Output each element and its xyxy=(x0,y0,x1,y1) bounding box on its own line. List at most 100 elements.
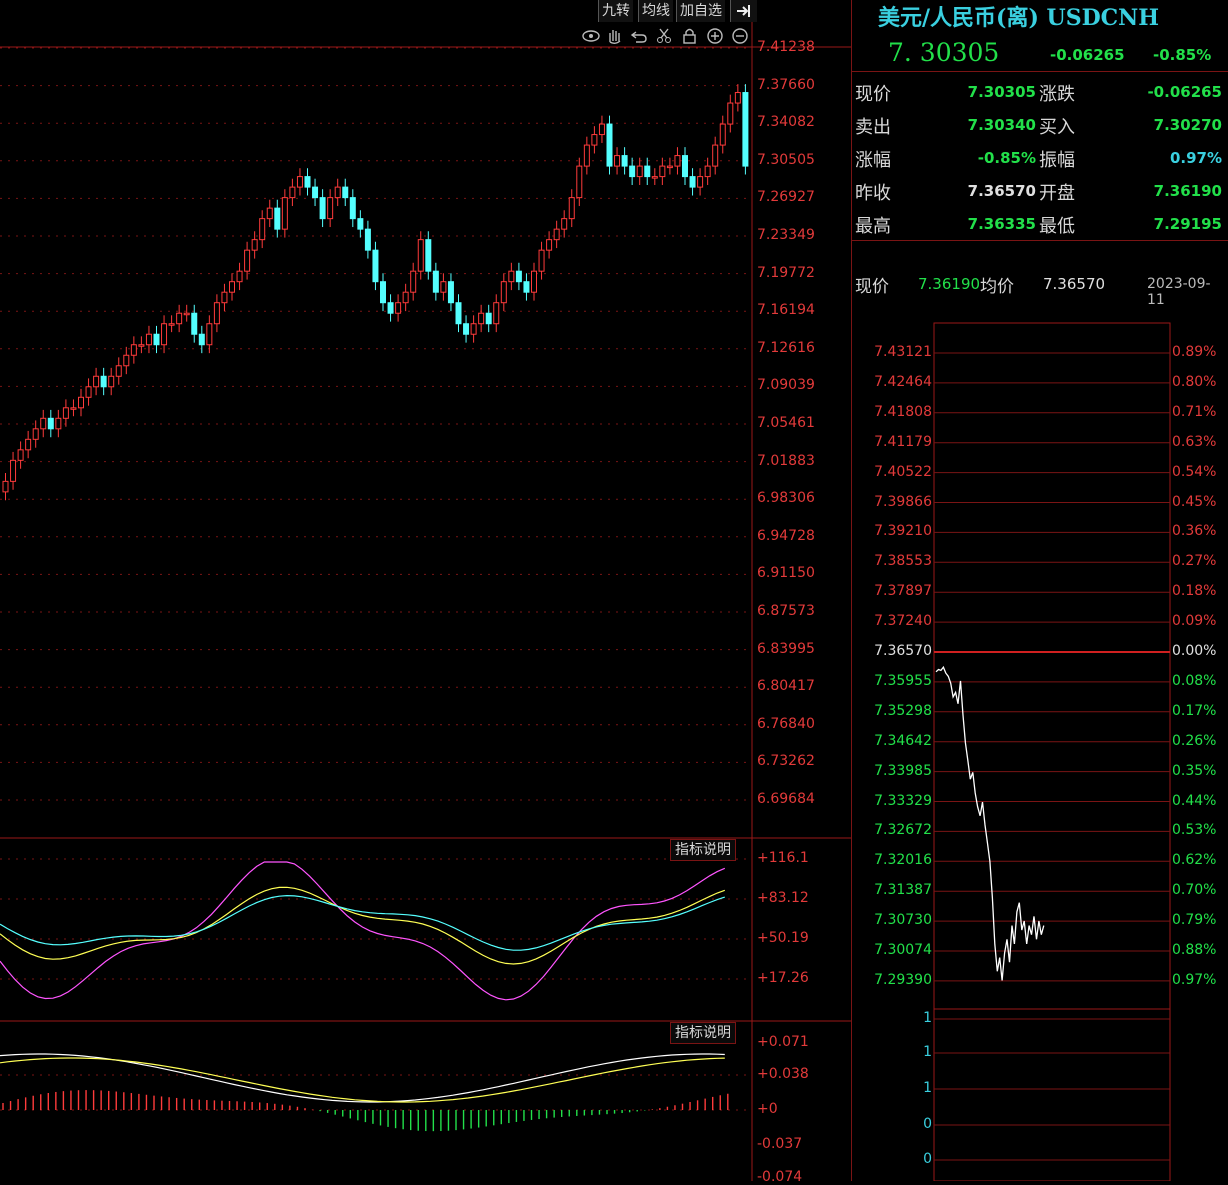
candle-body xyxy=(742,92,749,167)
candle-body xyxy=(523,281,530,293)
scissors-icon[interactable] xyxy=(657,28,671,43)
quote-label: 最低 xyxy=(1039,216,1075,237)
candle-body xyxy=(470,323,477,335)
intraday-pct-label: 0.35% xyxy=(1172,762,1217,779)
intraday-price-label: 7.35298 xyxy=(874,702,932,719)
candle-body xyxy=(304,176,311,188)
intraday-pct-label: 0.54% xyxy=(1172,463,1217,480)
candle-body xyxy=(485,312,492,325)
intraday-price-label: 7.33329 xyxy=(874,792,932,809)
candle-body xyxy=(500,281,507,304)
intraday-price-label: 7.29390 xyxy=(874,971,932,988)
candle-body xyxy=(10,459,17,482)
price-axis-label: 7.19772 xyxy=(757,264,815,281)
kdj-axis-label: +50.19 xyxy=(757,930,809,946)
price-axis-label: 7.30505 xyxy=(757,151,815,168)
intraday-price-label: 7.41179 xyxy=(874,433,932,450)
timeline-price-value: 7.36190 xyxy=(918,275,981,293)
timeline-date: 2023-09-11 xyxy=(1147,276,1211,308)
candle-body xyxy=(153,333,160,346)
intraday-price-label: 7.38553 xyxy=(874,553,932,570)
candle-body xyxy=(546,239,553,251)
candle-body xyxy=(629,165,636,178)
macd-axis-label: +0 xyxy=(757,1101,778,1117)
intraday-pct-label: 0.70% xyxy=(1172,882,1217,899)
candle-body xyxy=(221,291,228,304)
add-watchlist-button[interactable]: 加自选 xyxy=(676,0,725,22)
quote-value: 7.30305 xyxy=(967,83,1036,101)
candle-body xyxy=(591,134,598,146)
candle-body xyxy=(478,312,485,325)
lock-icon[interactable] xyxy=(683,28,696,44)
quote-value: -0.06265 xyxy=(1147,83,1222,101)
price-change-pct: -0.85% xyxy=(1153,46,1212,64)
candle-body xyxy=(364,228,371,251)
candle-body xyxy=(644,165,651,178)
intraday-price-label: 7.36570 xyxy=(874,643,932,659)
macd-indicator-tag[interactable]: 指标说明 xyxy=(670,1022,736,1044)
jiuzhuan-button[interactable]: 九转 xyxy=(598,0,633,22)
quote-value: -0.85% xyxy=(977,149,1036,167)
candle-body xyxy=(32,428,39,440)
intraday-price-label: 7.43121 xyxy=(874,344,932,360)
candle-body xyxy=(531,270,537,293)
candle-body xyxy=(553,228,560,241)
candle-body xyxy=(697,176,704,188)
intraday-price-label: 7.34642 xyxy=(874,732,932,749)
volume-axis-label: 1 xyxy=(923,1044,932,1060)
collapse-arrow-icon[interactable] xyxy=(730,0,757,22)
quote-label: 开盘 xyxy=(1039,183,1075,204)
kline-chart[interactable] xyxy=(0,0,852,1181)
zoom-in-icon[interactable] xyxy=(707,28,723,44)
kdj-indicator-tag[interactable]: 指标说明 xyxy=(670,839,736,861)
quote-label: 昨收 xyxy=(855,183,891,204)
quote-label: 涨幅 xyxy=(855,150,891,171)
quote-value: 7.36570 xyxy=(967,182,1036,200)
zoom-out-icon[interactable] xyxy=(732,28,748,44)
candle-body xyxy=(251,239,258,251)
candle-body xyxy=(130,344,137,356)
kdj-axis-label: +116.1 xyxy=(757,850,809,866)
candle-body xyxy=(598,123,605,136)
candle-body xyxy=(568,197,575,220)
intraday-pct-label: 0.18% xyxy=(1172,583,1217,600)
intraday-pct-label: 0.26% xyxy=(1172,732,1217,749)
candle-body xyxy=(312,186,319,199)
intraday-pct-label: 0.53% xyxy=(1172,822,1217,839)
candle-body xyxy=(47,417,54,430)
divider xyxy=(852,240,1228,241)
price-axis-label: 6.76840 xyxy=(757,715,815,732)
moving-average-button[interactable]: 均线 xyxy=(638,0,673,22)
candle-body xyxy=(538,249,545,272)
price-axis-label: 7.12616 xyxy=(757,339,815,356)
candle-body xyxy=(289,186,296,199)
current-price: 7. 30305 xyxy=(888,38,1000,67)
eye-icon[interactable] xyxy=(582,30,600,42)
candle-body xyxy=(606,123,613,167)
volume-axis-label: 0 xyxy=(923,1151,932,1167)
candle-body xyxy=(93,375,100,388)
candle-body xyxy=(17,449,24,461)
candle-body xyxy=(40,417,47,430)
hand-icon[interactable] xyxy=(609,30,621,44)
price-axis-label: 6.91150 xyxy=(757,565,815,582)
candle-body xyxy=(296,176,303,188)
timeline-avg-value: 7.36570 xyxy=(1043,275,1106,293)
quote-value: 7.36190 xyxy=(1153,182,1222,200)
candle-body xyxy=(432,270,439,293)
candle-body xyxy=(463,323,470,335)
candle-body xyxy=(259,218,266,241)
intraday-pct-label: 0.09% xyxy=(1172,613,1217,630)
candle-body xyxy=(229,281,235,293)
intraday-price-label: 7.31387 xyxy=(874,882,932,899)
intraday-price-label: 7.40522 xyxy=(874,463,932,480)
candle-body xyxy=(183,312,190,316)
candle-body xyxy=(372,249,379,283)
intraday-pct-label: 0.08% xyxy=(1172,672,1217,689)
candle-body xyxy=(719,123,726,146)
candle-body xyxy=(447,281,454,304)
intraday-price-label: 7.32016 xyxy=(874,852,932,869)
kdj-axis-label: +17.26 xyxy=(757,970,809,986)
undo-icon[interactable] xyxy=(630,31,647,43)
intraday-pct-label: 0.44% xyxy=(1172,792,1217,809)
